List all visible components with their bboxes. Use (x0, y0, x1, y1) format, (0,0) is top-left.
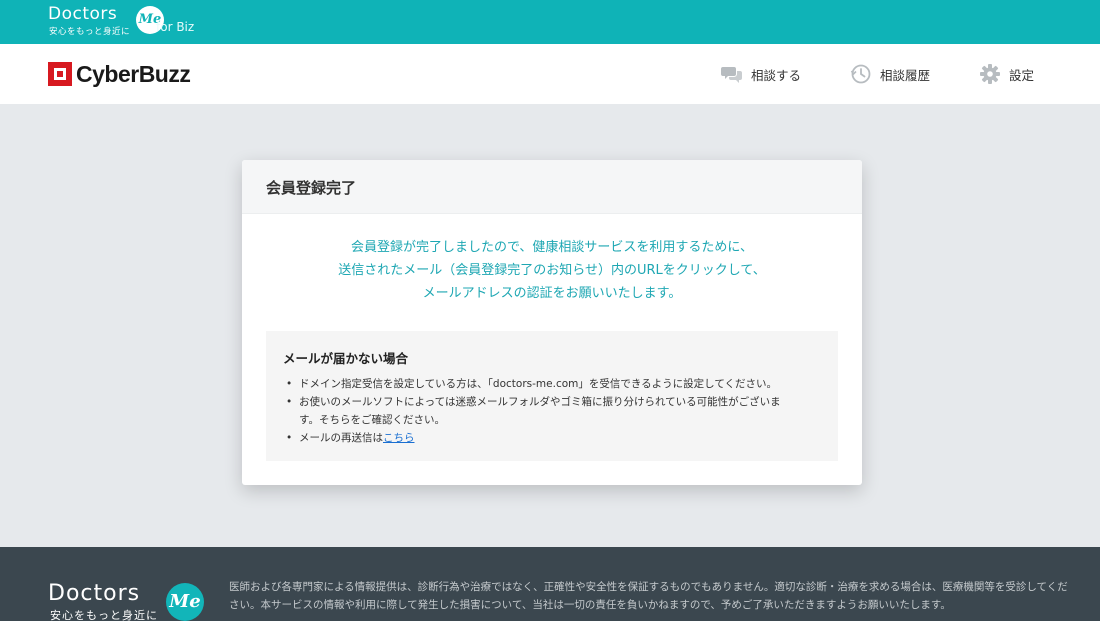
footer-logo-circle: Me (166, 583, 204, 621)
card-title: 会員登録完了 (242, 160, 862, 214)
cyberbuzz-logo-text: CyberBuzz (76, 60, 191, 87)
mail-not-received-notice: メールが届かない場合 ドメイン指定受信を設定している方は、「doctors-me… (266, 331, 838, 461)
notice-item-spam-folder: お使いのメールソフトによっては迷惑メールフォルダやゴミ箱に振り分けられている可能… (283, 393, 820, 429)
chat-bubbles-icon (721, 63, 743, 85)
doctors-me-logo-tagline: 安心をもっと身近に (49, 27, 131, 37)
registration-complete-card: 会員登録完了 会員登録が完了しましたので、健康相談サービスを利用するために、 送… (242, 160, 862, 485)
for-biz-label: for Biz (156, 20, 195, 34)
nav-history-label: 相談履歴 (880, 67, 931, 83)
doctors-me-logo-word: Doctors (48, 4, 118, 24)
resend-link[interactable]: こちら (383, 432, 415, 444)
completion-message: 会員登録が完了しましたので、健康相談サービスを利用するために、 送信されたメール… (242, 236, 862, 305)
notice-item-resend: メールの再送信はこちら (283, 429, 820, 447)
notice-item-spam-line1: お使いのメールソフトによっては迷惑メールフォルダやゴミ箱に振り分けられている可能… (299, 396, 781, 408)
top-bar: Doctors 安心をもっと身近に Me for Biz (0, 0, 1100, 44)
resend-prefix: メールの再送信は (299, 432, 383, 444)
completion-message-line: 会員登録が完了しましたので、健康相談サービスを利用するために、 (350, 240, 754, 255)
completion-message-line: 送信されたメール（会員登録完了のお知らせ）内のURLをクリックして、 (338, 263, 766, 278)
clock-history-icon (850, 63, 872, 85)
cyberbuzz-logo-mark (48, 62, 72, 86)
nav-consult[interactable]: 相談する (721, 44, 801, 104)
gear-icon (979, 63, 1001, 85)
completion-message-line: メールアドレスの認証をお願いいたします。 (422, 286, 682, 301)
site-footer: Doctors 安心をもっと身近に Me 医師および各専門家による情報提供は、診… (0, 547, 1100, 621)
notice-item-domain: ドメイン指定受信を設定している方は、「doctors-me.com」を受信できる… (283, 375, 820, 393)
cyberbuzz-logo[interactable]: CyberBuzz (48, 60, 191, 87)
nav-history[interactable]: 相談履歴 (850, 44, 930, 104)
nav-settings-label: 設定 (1009, 67, 1035, 83)
notice-item-spam-line2: す。そちらをご確認ください。 (299, 414, 445, 426)
nav-settings[interactable]: 設定 (979, 44, 1034, 104)
notice-list: ドメイン指定受信を設定している方は、「doctors-me.com」を受信できる… (283, 375, 820, 447)
footer-logo-tagline: 安心をもっと身近に (50, 609, 158, 621)
notice-title: メールが届かない場合 (283, 351, 409, 366)
site-header: CyberBuzz 相談する 相談履歴 設定 (0, 44, 1100, 104)
footer-disclaimer: 医師および各専門家による情報提供は、診断行為や治療ではなく、正確性や安全性を保証… (229, 581, 1068, 611)
nav-consult-label: 相談する (751, 67, 802, 83)
footer-logo-word: Doctors (48, 581, 141, 606)
